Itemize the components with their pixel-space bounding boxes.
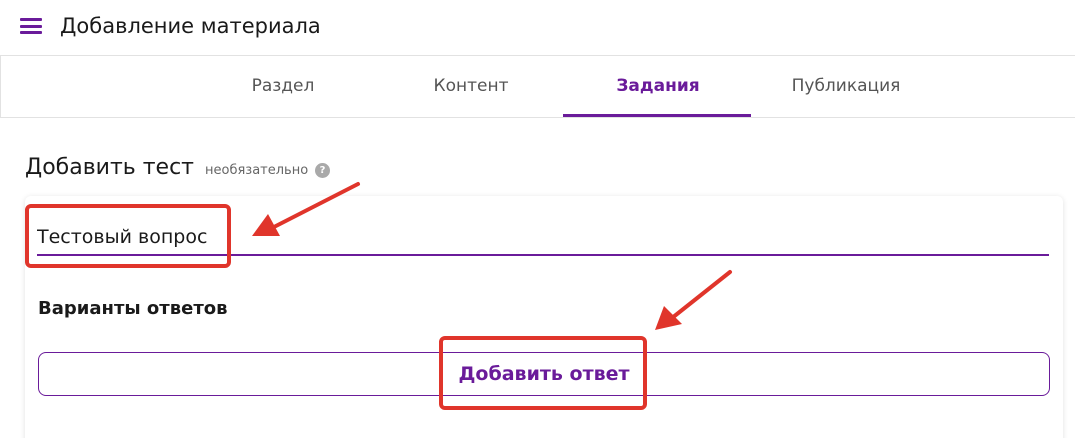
question-circle-icon[interactable]: ?	[315, 163, 330, 178]
tab-section[interactable]: Раздел	[189, 56, 377, 118]
add-test-title: Добавить тест	[25, 155, 194, 180]
page-title: Добавление материала	[60, 14, 321, 38]
tab-bar: Раздел Контент Задания Публикация	[0, 56, 1075, 118]
tab-content[interactable]: Контент	[377, 56, 565, 118]
add-test-heading: Добавить тест необязательно	[25, 155, 308, 180]
optional-label: необязательно	[205, 163, 309, 178]
question-highlight-box	[25, 204, 231, 268]
tab-tasks[interactable]: Задания	[564, 56, 752, 118]
add-answer-highlight-box	[439, 336, 647, 410]
tab-publication[interactable]: Публикация	[752, 56, 940, 118]
app-header: Добавление материала	[0, 0, 1075, 56]
answers-heading: Варианты ответов	[38, 298, 228, 319]
active-tab-indicator	[563, 114, 751, 117]
hamburger-menu-icon[interactable]	[20, 18, 42, 36]
